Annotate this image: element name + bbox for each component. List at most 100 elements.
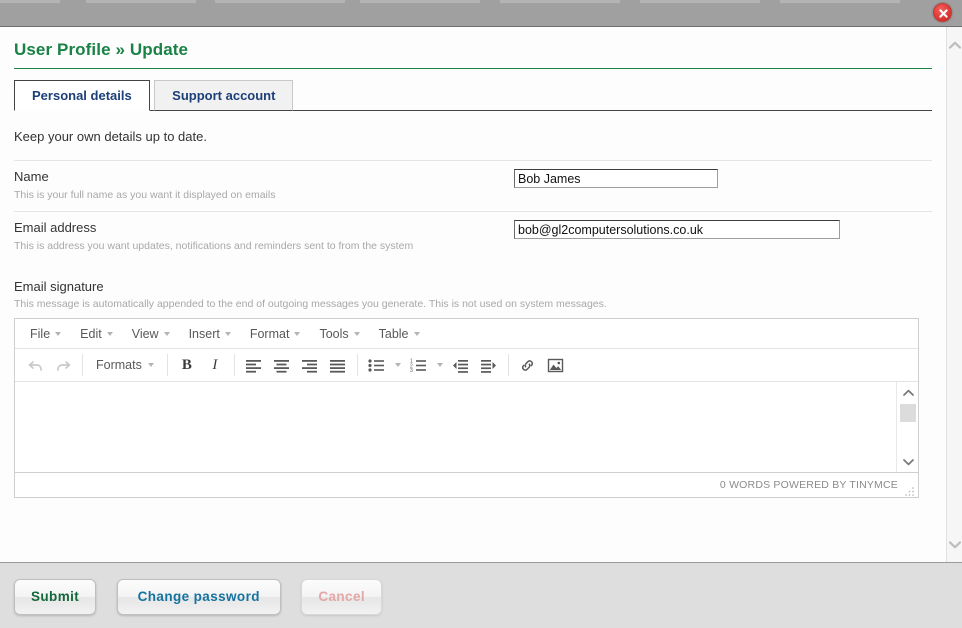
- toolbar-separator: [507, 354, 509, 376]
- editor-menubar: File Edit View Insert Format Tools Table: [15, 319, 918, 349]
- page-content: User Profile » Update Personal details S…: [0, 27, 946, 562]
- name-label: Name: [14, 169, 49, 184]
- image-icon[interactable]: [542, 352, 570, 378]
- signature-help-text: This message is automatically appended t…: [14, 298, 607, 310]
- chevron-down-icon: [413, 331, 420, 336]
- menu-insert[interactable]: Insert: [182, 323, 238, 345]
- email-input[interactable]: [514, 220, 840, 239]
- tab-personal-details[interactable]: Personal details: [14, 80, 150, 111]
- email-help-text: This is address you want updates, notifi…: [14, 240, 414, 252]
- menu-tools-label: Tools: [319, 326, 349, 341]
- numbered-list-icon[interactable]: 123: [405, 352, 433, 378]
- chevron-down-icon: [224, 331, 231, 336]
- editor-toolbar: Formats B I 1 2 3: [15, 349, 918, 382]
- titlebar-ghost-segment: [215, 0, 345, 3]
- redo-icon[interactable]: [49, 352, 77, 378]
- bold-button[interactable]: B: [173, 352, 201, 378]
- cancel-button[interactable]: Cancel: [301, 579, 383, 615]
- align-justify-icon[interactable]: [324, 352, 352, 378]
- chevron-down-icon: [147, 363, 154, 367]
- link-icon[interactable]: [514, 352, 542, 378]
- name-help-text: This is your full name as you want it di…: [14, 189, 276, 201]
- chevron-down-icon: [163, 331, 170, 336]
- menu-insert-label: Insert: [188, 326, 220, 341]
- name-input[interactable]: [514, 169, 718, 188]
- application-window: User Profile » Update Personal details S…: [0, 0, 962, 628]
- window-titlebar: [0, 0, 962, 27]
- formats-label: Formats: [96, 358, 142, 372]
- titlebar-ghost-segment: [86, 0, 196, 3]
- editor-status-text: 0 WORDS POWERED BY TINYMCE: [719, 479, 898, 491]
- chevron-down-icon: [394, 363, 401, 367]
- italic-button[interactable]: I: [201, 352, 229, 378]
- menu-view[interactable]: View: [125, 323, 177, 345]
- tab-personal-details-label: Personal details: [32, 88, 132, 103]
- editor-content-area: [15, 382, 918, 473]
- tab-support-account-label: Support account: [172, 88, 276, 103]
- indent-icon[interactable]: [475, 352, 503, 378]
- signature-section: Email signature This message is automati…: [14, 262, 932, 498]
- bullet-list-icon[interactable]: [363, 352, 391, 378]
- menu-file[interactable]: File: [23, 323, 68, 345]
- editor-statusbar: 0 WORDS POWERED BY TINYMCE: [15, 473, 918, 497]
- title-divider: [14, 68, 932, 69]
- svg-text:3: 3: [410, 368, 413, 373]
- toolbar-separator: [233, 354, 235, 376]
- editor-resize-grip[interactable]: [904, 484, 915, 496]
- page-scroll-up-icon[interactable]: [947, 37, 962, 53]
- numbered-list-dropdown[interactable]: [433, 352, 447, 378]
- field-row-name: Name This is your full name as you want …: [14, 160, 932, 211]
- formats-dropdown[interactable]: Formats: [88, 354, 162, 376]
- toolbar-separator: [82, 354, 83, 376]
- chevron-down-icon: [436, 363, 443, 367]
- chevron-down-icon: [55, 331, 62, 336]
- close-icon[interactable]: [933, 3, 952, 22]
- outdent-icon[interactable]: [447, 352, 475, 378]
- page-title-separator: »: [115, 40, 126, 59]
- footer-bar: Submit Change password Cancel: [0, 562, 962, 628]
- page-scroll-down-icon[interactable]: [947, 536, 962, 552]
- bold-icon: B: [181, 356, 192, 373]
- submit-button[interactable]: Submit: [14, 579, 97, 615]
- field-row-email: Email address This is address you want u…: [14, 211, 932, 262]
- editor-scroll-up-icon[interactable]: [897, 384, 919, 401]
- intro-text: Keep your own details up to date.: [14, 129, 207, 144]
- align-center-icon[interactable]: [268, 352, 296, 378]
- editor-scroll-down-icon[interactable]: [897, 453, 919, 470]
- menu-table-label: Table: [378, 326, 409, 341]
- close-x-glyph: [939, 9, 948, 18]
- titlebar-ghost-segment: [0, 0, 60, 3]
- editor-scroll-thumb[interactable]: [900, 404, 916, 422]
- align-right-icon[interactable]: [296, 352, 324, 378]
- align-left-icon[interactable]: [240, 352, 268, 378]
- toolbar-separator: [356, 354, 358, 376]
- tab-bar: Personal details Support account: [14, 80, 932, 111]
- page-scrollbar[interactable]: [946, 27, 962, 562]
- menu-format-label: Format: [249, 326, 290, 341]
- menu-format[interactable]: Format: [243, 323, 308, 345]
- tab-support-account[interactable]: Support account: [154, 80, 294, 111]
- editor-scrollbar[interactable]: [896, 382, 918, 472]
- titlebar-ghost-segment: [500, 0, 620, 3]
- titlebar-ghost-segment: [640, 0, 760, 3]
- menu-edit-label: Edit: [80, 326, 102, 341]
- italic-icon: I: [212, 356, 218, 373]
- chevron-down-icon: [106, 331, 113, 336]
- page-title: User Profile » Update: [14, 27, 932, 68]
- tinymce-editor: File Edit View Insert Format Tools Table…: [14, 318, 919, 498]
- menu-table[interactable]: Table: [372, 323, 427, 345]
- menu-view-label: View: [131, 326, 159, 341]
- change-password-button[interactable]: Change password: [116, 579, 281, 615]
- titlebar-ghost-segment: [360, 0, 480, 3]
- menu-file-label: File: [30, 326, 51, 341]
- signature-label: Email signature: [14, 279, 104, 294]
- page-title-sub: Update: [129, 40, 189, 59]
- chevron-down-icon: [353, 331, 360, 336]
- undo-icon[interactable]: [21, 352, 49, 378]
- page-title-main: User Profile: [14, 40, 111, 59]
- menu-tools[interactable]: Tools: [312, 323, 366, 345]
- bullet-list-dropdown[interactable]: [391, 352, 405, 378]
- editor-body[interactable]: [15, 382, 896, 472]
- toolbar-separator: [166, 354, 168, 376]
- menu-edit[interactable]: Edit: [73, 323, 120, 345]
